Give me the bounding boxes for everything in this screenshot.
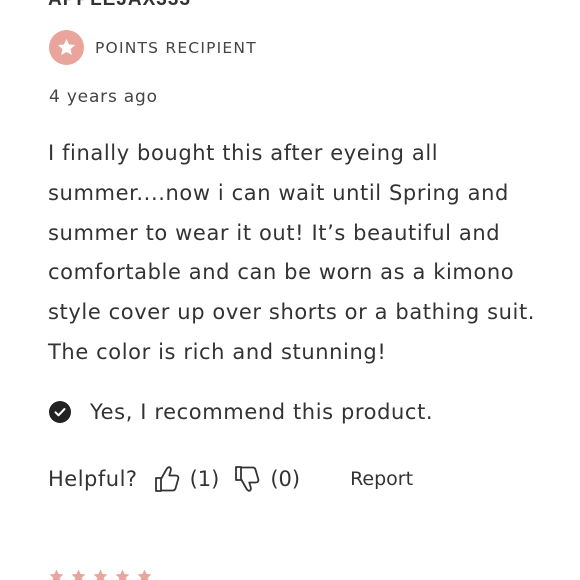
downvote-count: (0) [270,467,301,491]
recommend-text: Yes, I recommend this product. [90,400,434,424]
helpful-label: Helpful? [48,467,138,491]
upvote-count: (1) [189,467,220,491]
thumbs-up-icon [154,466,179,492]
check-circle-icon [49,401,71,423]
review-timestamp: 4 years ago [49,87,158,107]
star-icon [70,568,87,580]
downvote-button[interactable]: (0) [234,465,300,493]
review-body: I finally bought this after eyeing all s… [48,141,536,364]
badge-label: POINTS RECIPIENT [95,38,257,57]
thumbs-down-icon [235,466,260,492]
badge-star-icon [49,30,84,65]
star-icon [48,568,65,580]
star-icon [136,568,153,580]
star-icon [92,568,109,580]
report-link[interactable]: Report [350,468,413,490]
reviewer-username: APPLEJAX333 [48,0,191,12]
next-review-rating [48,568,153,580]
helpful-bar: Helpful? (1) (0) Report [48,462,413,496]
star-icon [114,568,131,580]
upvote-button[interactable]: (1) [154,465,220,493]
recommend-statement: Yes, I recommend this product. [49,397,433,427]
reviewer-badge: POINTS RECIPIENT [49,30,257,65]
